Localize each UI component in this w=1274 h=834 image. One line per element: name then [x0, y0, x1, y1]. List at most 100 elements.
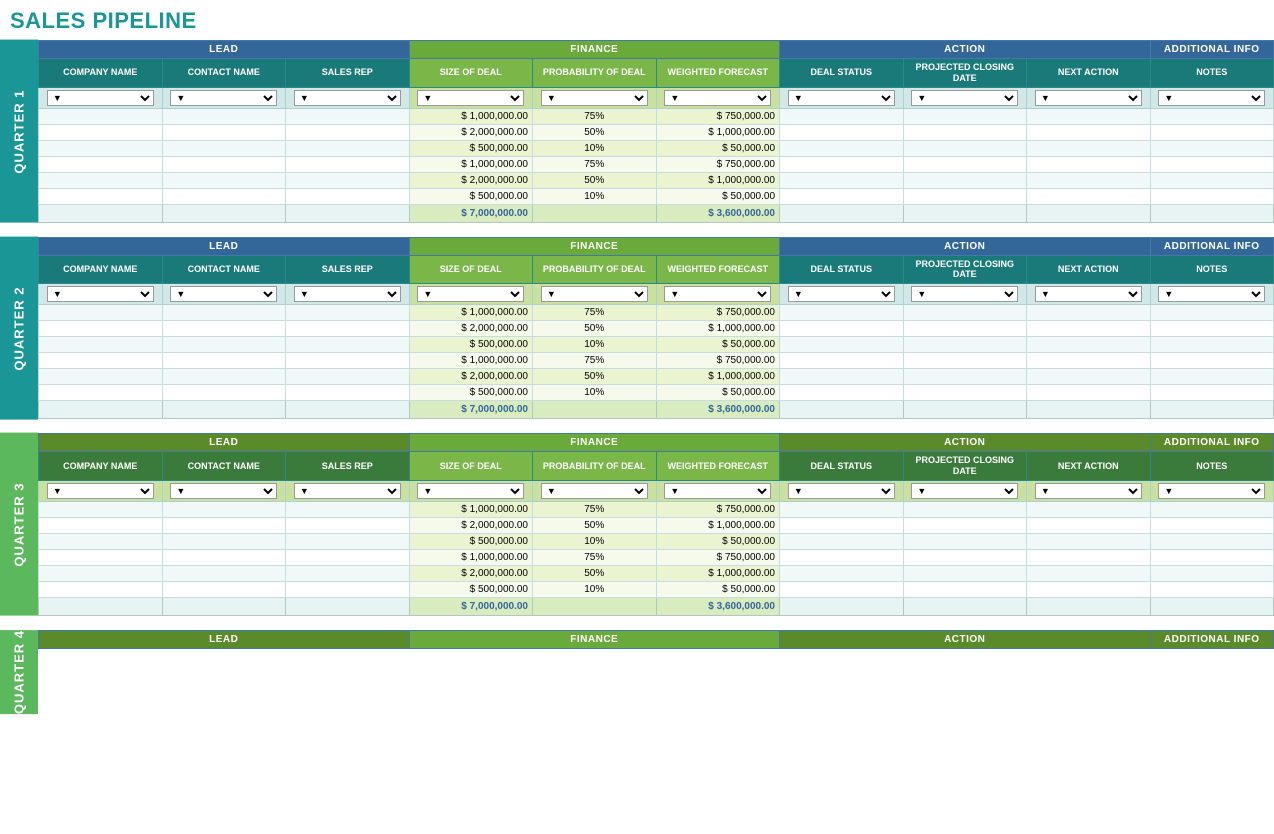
filter-cell-2[interactable]: ▼: [286, 284, 410, 305]
filter-select-2[interactable]: ▼: [294, 483, 401, 499]
probability-4: 50%: [533, 172, 657, 188]
filter-row[interactable]: ▼ ▼ ▼ ▼ ▼ ▼ ▼ ▼ ▼ ▼: [39, 284, 1274, 305]
filter-select-7[interactable]: ▼: [911, 90, 1018, 106]
data-cell-0-2: [286, 501, 410, 517]
total-empty-0: [39, 597, 163, 615]
filter-cell-9[interactable]: ▼: [1150, 87, 1274, 108]
filter-cell-0[interactable]: ▼: [39, 480, 163, 501]
filter-cell-9[interactable]: ▼: [1150, 284, 1274, 305]
filter-cell-2[interactable]: ▼: [286, 480, 410, 501]
filter-cell-5[interactable]: ▼: [656, 284, 780, 305]
filter-select-5[interactable]: ▼: [664, 90, 771, 106]
action-cell-1-2: [1027, 321, 1151, 337]
lead-section-header: LEAD: [39, 41, 410, 59]
filter-cell-8[interactable]: ▼: [1027, 480, 1151, 501]
weighted-4: $ 1,000,000.00: [656, 565, 780, 581]
filter-select-3[interactable]: ▼: [417, 90, 524, 106]
table-row: $ 1,000,000.0075%$ 750,000.00: [39, 549, 1274, 565]
filter-select-8[interactable]: ▼: [1035, 90, 1142, 106]
action-cell-1-0: [780, 517, 904, 533]
action-cell-5-1: [903, 385, 1027, 401]
total-row: $ 7,000,000.00$ 3,600,000.00: [39, 204, 1274, 222]
filter-select-1[interactable]: ▼: [170, 286, 277, 302]
weighted-5: $ 50,000.00: [656, 188, 780, 204]
probability-header: PROBABILITY OF DEAL: [533, 452, 657, 481]
filter-cell-3[interactable]: ▼: [409, 284, 533, 305]
filter-select-7[interactable]: ▼: [911, 483, 1018, 499]
filter-select-6[interactable]: ▼: [788, 286, 895, 302]
col-header-row: COMPANY NAMECONTACT NAMESALES REPSIZE OF…: [39, 255, 1274, 284]
notes-header: NOTES: [1150, 59, 1274, 88]
filter-cell-3[interactable]: ▼: [409, 480, 533, 501]
additional-section-header: ADDITIONAL INFO: [1150, 41, 1274, 59]
filter-cell-6[interactable]: ▼: [780, 480, 904, 501]
total-weighted: $ 3,600,000.00: [656, 401, 780, 419]
filter-cell-2[interactable]: ▼: [286, 87, 410, 108]
data-cell-3-0: [39, 156, 163, 172]
filter-cell-7[interactable]: ▼: [903, 87, 1027, 108]
filter-cell-0[interactable]: ▼: [39, 284, 163, 305]
filter-select-7[interactable]: ▼: [911, 286, 1018, 302]
data-cell-1-0: [39, 124, 163, 140]
quarter-1-block: QUARTER 1LEADFINANCEACTIONADDITIONAL INF…: [0, 40, 1274, 223]
table-row: $ 500,000.0010%$ 50,000.00: [39, 385, 1274, 401]
filter-cell-5[interactable]: ▼: [656, 87, 780, 108]
table-row: $ 500,000.0010%$ 50,000.00: [39, 188, 1274, 204]
deal-size-3: $ 1,000,000.00: [409, 156, 533, 172]
data-cell-4-0: [39, 369, 163, 385]
filter-cell-6[interactable]: ▼: [780, 284, 904, 305]
deal-size-2: $ 500,000.00: [409, 533, 533, 549]
company-name-header: COMPANY NAME: [39, 452, 163, 481]
filter-cell-4[interactable]: ▼: [533, 284, 657, 305]
filter-cell-7[interactable]: ▼: [903, 480, 1027, 501]
filter-select-5[interactable]: ▼: [664, 286, 771, 302]
filter-cell-9[interactable]: ▼: [1150, 480, 1274, 501]
filter-select-0[interactable]: ▼: [47, 90, 154, 106]
filter-select-6[interactable]: ▼: [788, 90, 895, 106]
data-cell-0-2: [286, 305, 410, 321]
filter-select-1[interactable]: ▼: [170, 90, 277, 106]
filter-cell-4[interactable]: ▼: [533, 480, 657, 501]
lead-section-header: LEAD: [39, 237, 410, 255]
filter-row[interactable]: ▼ ▼ ▼ ▼ ▼ ▼ ▼ ▼ ▼ ▼: [39, 480, 1274, 501]
filter-cell-1[interactable]: ▼: [162, 480, 286, 501]
filter-row[interactable]: ▼ ▼ ▼ ▼ ▼ ▼ ▼ ▼ ▼ ▼: [39, 87, 1274, 108]
filter-select-2[interactable]: ▼: [294, 286, 401, 302]
filter-cell-4[interactable]: ▼: [533, 87, 657, 108]
filter-cell-1[interactable]: ▼: [162, 284, 286, 305]
action-section-header: ACTION: [780, 434, 1151, 452]
weighted-1: $ 1,000,000.00: [656, 321, 780, 337]
filter-cell-1[interactable]: ▼: [162, 87, 286, 108]
quarter-4-block: QUARTER 4LEADFINANCEACTIONADDITIONAL INF…: [0, 630, 1274, 714]
filter-select-4[interactable]: ▼: [541, 483, 648, 499]
filter-select-9[interactable]: ▼: [1158, 483, 1265, 499]
action-section-header: ACTION: [780, 41, 1151, 59]
filter-select-4[interactable]: ▼: [541, 90, 648, 106]
filter-select-3[interactable]: ▼: [417, 286, 524, 302]
filter-cell-0[interactable]: ▼: [39, 87, 163, 108]
filter-select-2[interactable]: ▼: [294, 90, 401, 106]
filter-select-8[interactable]: ▼: [1035, 483, 1142, 499]
filter-select-1[interactable]: ▼: [170, 483, 277, 499]
filter-select-6[interactable]: ▼: [788, 483, 895, 499]
table-row: $ 1,000,000.0075%$ 750,000.00: [39, 305, 1274, 321]
filter-cell-6[interactable]: ▼: [780, 87, 904, 108]
filter-select-0[interactable]: ▼: [47, 286, 154, 302]
filter-select-9[interactable]: ▼: [1158, 90, 1265, 106]
filter-cell-3[interactable]: ▼: [409, 87, 533, 108]
filter-select-4[interactable]: ▼: [541, 286, 648, 302]
filter-cell-5[interactable]: ▼: [656, 480, 780, 501]
total-row: $ 7,000,000.00$ 3,600,000.00: [39, 597, 1274, 615]
q4-additional-header: ADDITIONAL INFO: [1150, 630, 1274, 648]
data-cell-3-0: [39, 353, 163, 369]
filter-cell-8[interactable]: ▼: [1027, 87, 1151, 108]
filter-select-8[interactable]: ▼: [1035, 286, 1142, 302]
action-cell-5-3: [1150, 581, 1274, 597]
filter-select-3[interactable]: ▼: [417, 483, 524, 499]
filter-select-0[interactable]: ▼: [47, 483, 154, 499]
filter-cell-7[interactable]: ▼: [903, 284, 1027, 305]
filter-cell-8[interactable]: ▼: [1027, 284, 1151, 305]
filter-select-9[interactable]: ▼: [1158, 286, 1265, 302]
action-cell-1-3: [1150, 124, 1274, 140]
filter-select-5[interactable]: ▼: [664, 483, 771, 499]
